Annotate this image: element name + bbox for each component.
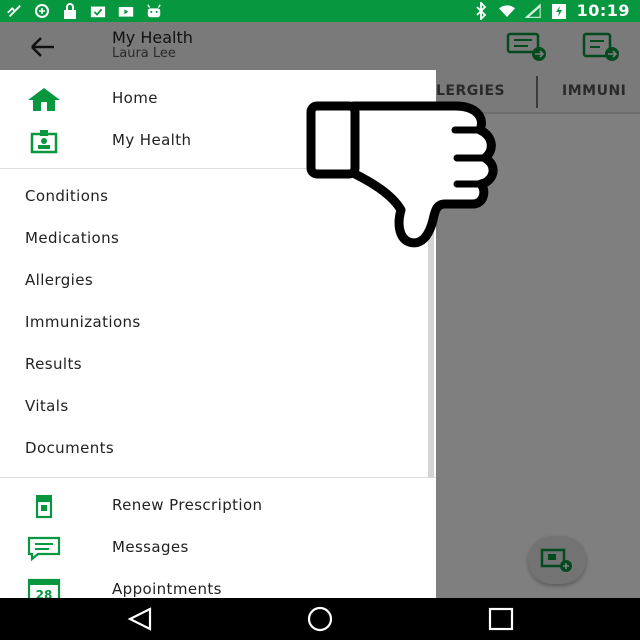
play-store-icon (118, 3, 134, 19)
battery-charging-icon (551, 3, 567, 19)
drawer-subitem-results[interactable]: Results (0, 344, 436, 386)
bluetooth-icon (473, 1, 489, 20)
missed-call-icon (6, 3, 22, 19)
drawer-subitem-immunizations[interactable]: Immunizations (0, 302, 436, 344)
drawer-subitem-allergies[interactable]: Allergies (0, 260, 436, 302)
home-icon (26, 86, 62, 112)
calendar-day: 28 (36, 588, 53, 598)
status-bar: 10:19 (0, 0, 640, 22)
notification-icons (6, 3, 162, 19)
cellular-signal-icon (524, 2, 541, 19)
drawer-subitem-documents[interactable]: Documents (0, 428, 436, 470)
android-icon (146, 3, 162, 19)
drawer-subitem-label: Vitals (25, 397, 69, 415)
drawer-subitem-label: Documents (25, 439, 115, 457)
drawer-subitem-label: Medications (25, 229, 120, 247)
drawer-item-appointments[interactable]: 28 Appointments (0, 569, 436, 598)
drawer-subitem-vitals[interactable]: Vitals (0, 386, 436, 428)
calendar-icon: 28 (26, 577, 62, 598)
thumbs-down-icon (305, 100, 500, 250)
drawer-subitem-label: Conditions (25, 187, 109, 205)
drawer-item-label: My Health (112, 131, 192, 149)
clipboard-check-icon (90, 3, 106, 19)
home-circle-icon[interactable] (305, 606, 335, 632)
drawer-item-messages[interactable]: Messages (0, 527, 436, 569)
recents-square-icon[interactable] (486, 606, 516, 632)
drawer-divider (0, 477, 436, 478)
system-icons: 10:19 (473, 1, 630, 20)
navigation-bar (0, 598, 640, 640)
drawer-item-label: Home (112, 89, 158, 107)
drawer-item-label: Messages (112, 538, 189, 556)
health-id-card-icon (26, 128, 62, 154)
message-icon (26, 535, 62, 562)
lock-icon (62, 3, 78, 19)
wifi-icon (498, 3, 515, 19)
drawer-item-label: Renew Prescription (112, 496, 263, 514)
back-triangle-icon[interactable] (126, 606, 156, 632)
drawer-item-label: Appointments (112, 580, 222, 598)
data-saver-icon (34, 3, 50, 19)
prescription-bottle-icon (26, 493, 62, 519)
drawer-item-renew-prescription[interactable]: Renew Prescription (0, 485, 436, 527)
clock-time: 10:19 (576, 1, 630, 20)
drawer-subitem-label: Results (25, 355, 82, 373)
drawer-subitem-label: Allergies (25, 271, 94, 289)
drawer-subitem-label: Immunizations (25, 313, 141, 331)
